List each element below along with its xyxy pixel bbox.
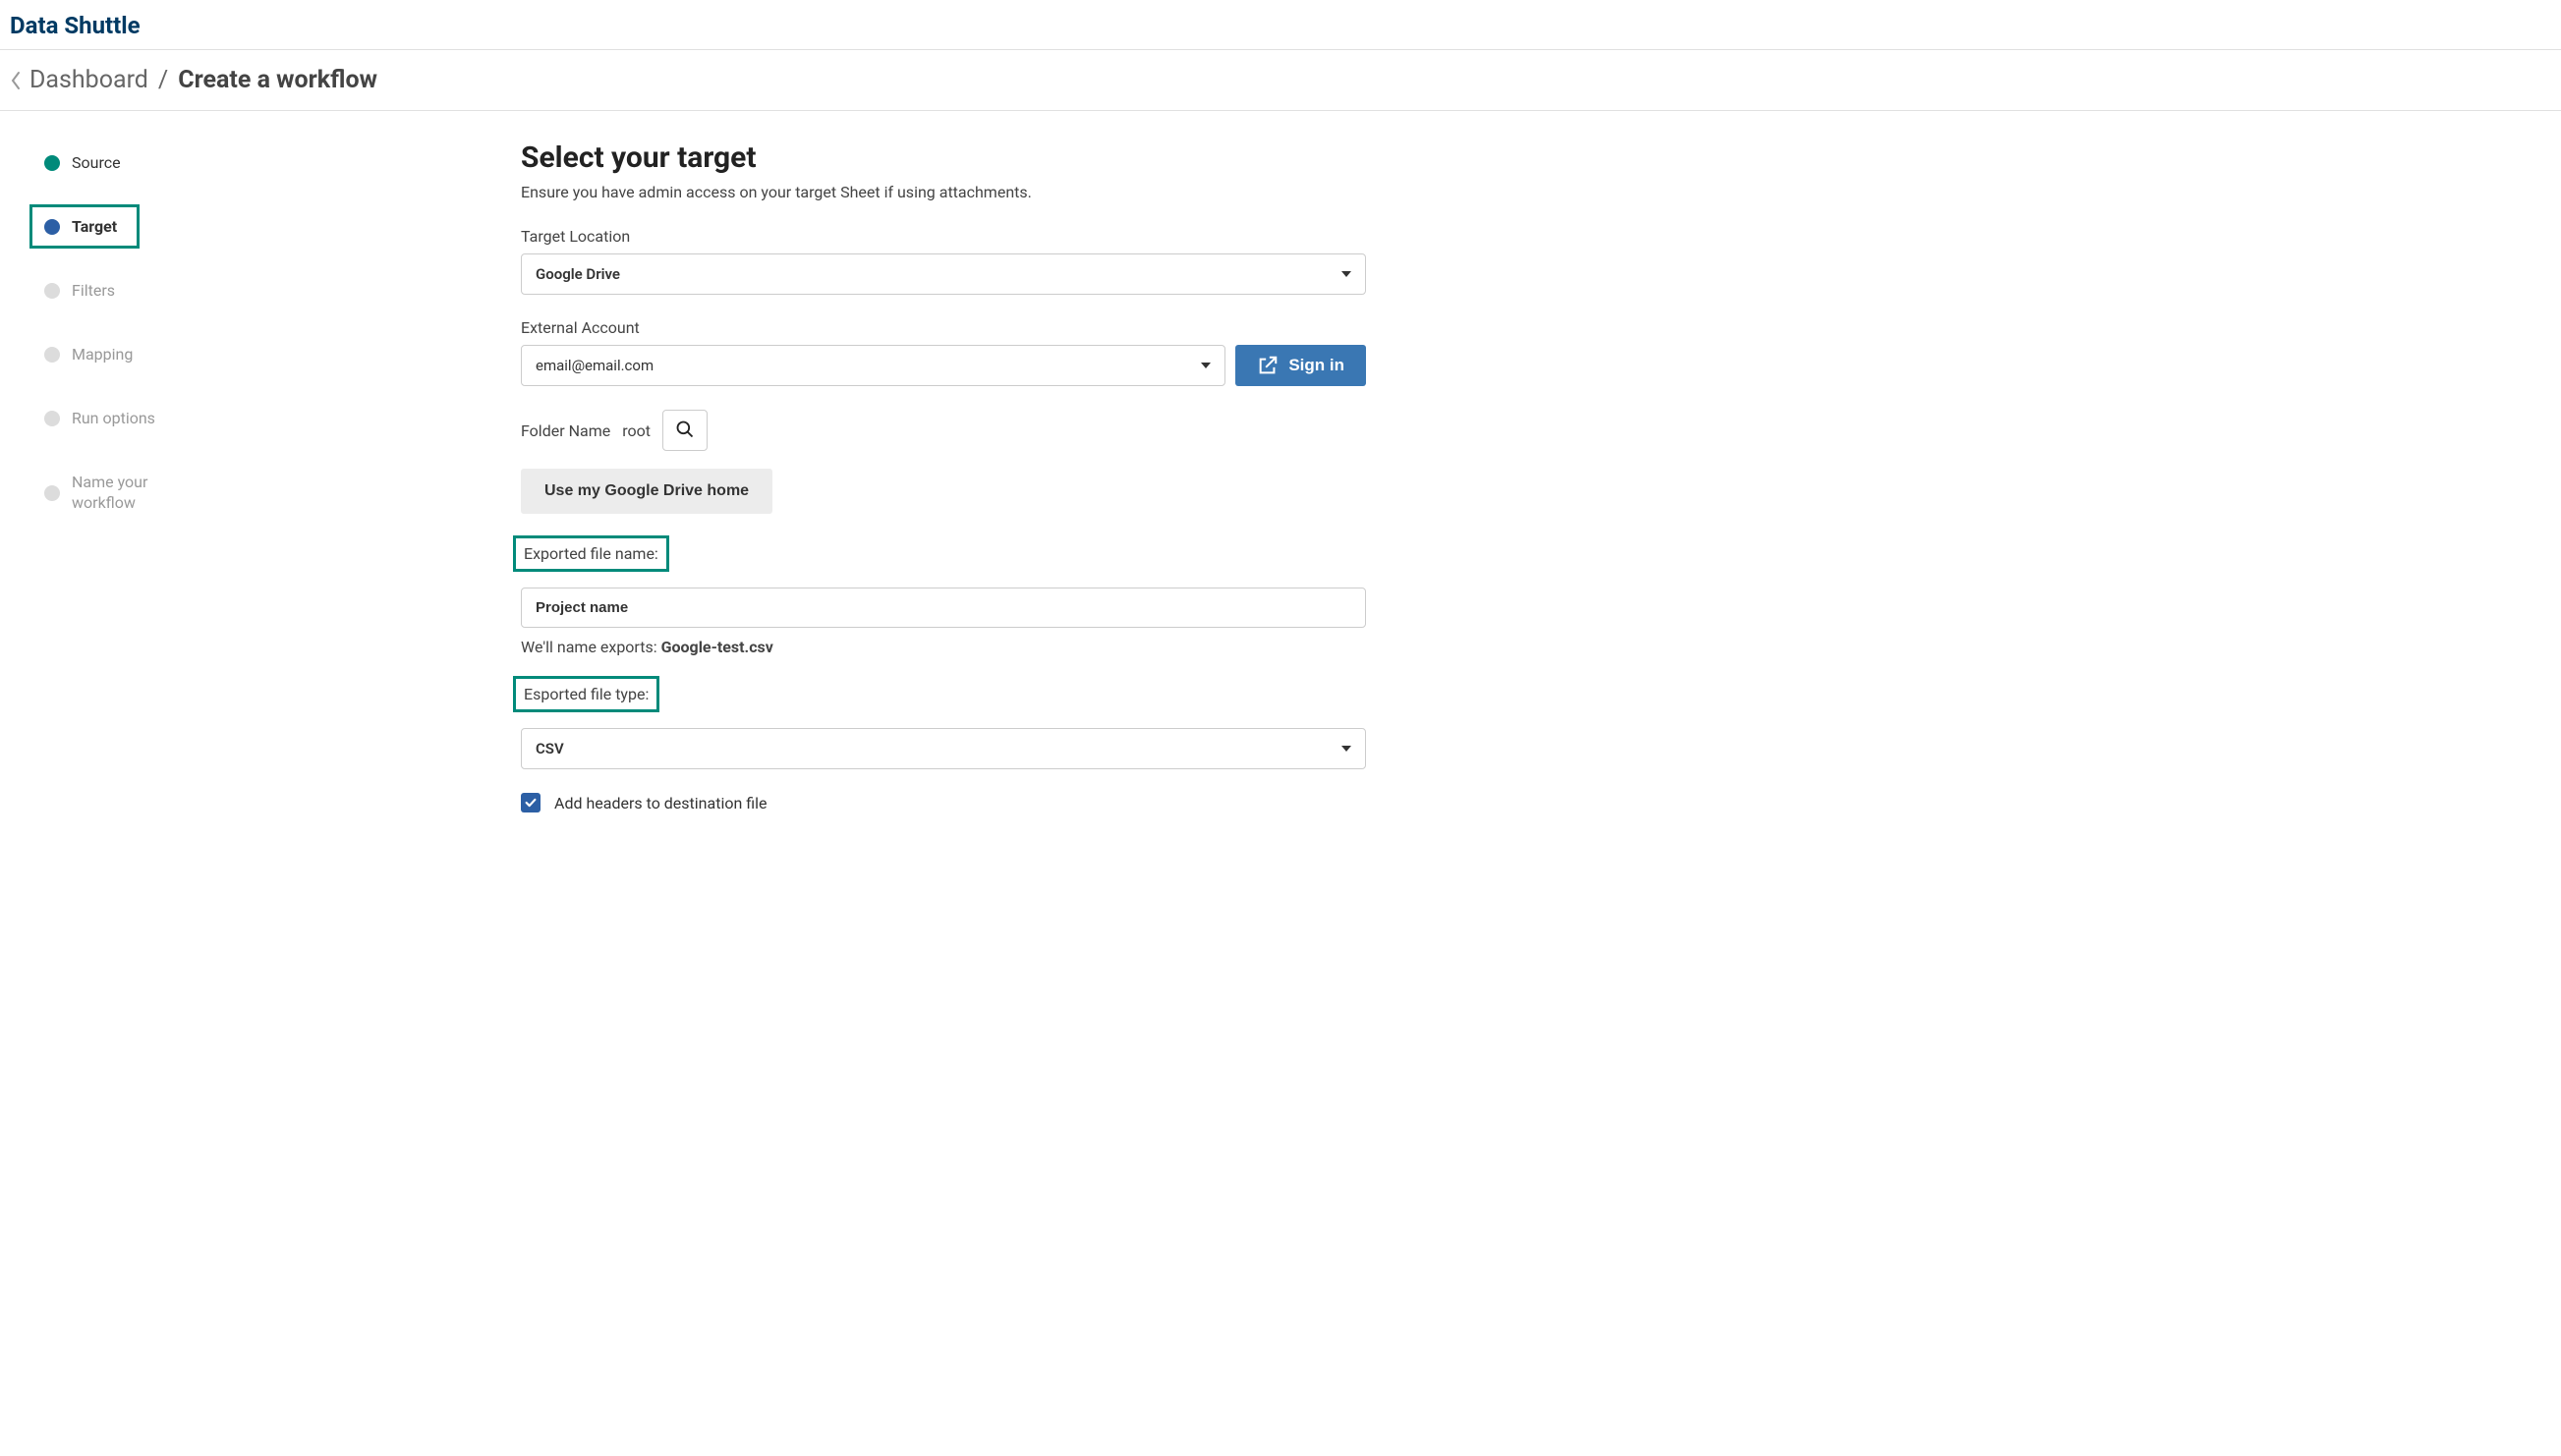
app-title: Data Shuttle bbox=[10, 12, 2551, 39]
add-headers-label: Add headers to destination file bbox=[554, 794, 768, 812]
external-link-icon bbox=[1257, 355, 1279, 376]
step-filters[interactable]: Filters bbox=[29, 268, 140, 312]
external-account-value: email@email.com bbox=[536, 357, 654, 374]
step-label: Source bbox=[72, 153, 121, 172]
page-heading: Select your target bbox=[521, 140, 1366, 175]
external-account-select[interactable]: email@email.com bbox=[521, 345, 1225, 386]
step-label: Name your workflow bbox=[72, 473, 162, 514]
folder-name-value: root bbox=[622, 421, 651, 440]
exported-file-name-label: Exported file name: bbox=[513, 535, 669, 572]
step-dot-pending-icon bbox=[44, 411, 60, 426]
exported-file-name-input[interactable] bbox=[521, 588, 1366, 628]
caret-down-icon bbox=[1341, 271, 1351, 277]
step-dot-current-icon bbox=[44, 219, 60, 235]
exported-file-type-value: CSV bbox=[536, 740, 564, 757]
breadcrumb: Dashboard / Create a workflow bbox=[0, 50, 2561, 111]
step-dot-pending-icon bbox=[44, 347, 60, 363]
step-dot-pending-icon bbox=[44, 485, 60, 501]
step-name-workflow[interactable]: Name your workflow bbox=[29, 460, 177, 527]
exported-file-type-select[interactable]: CSV bbox=[521, 728, 1366, 769]
export-name-helper-prefix: We'll name exports: bbox=[521, 638, 661, 656]
target-location-label: Target Location bbox=[521, 227, 1366, 246]
folder-name-label: Folder Name bbox=[521, 421, 610, 440]
use-drive-home-button[interactable]: Use my Google Drive home bbox=[521, 469, 772, 514]
search-icon bbox=[675, 420, 695, 442]
step-mapping[interactable]: Mapping bbox=[29, 332, 147, 376]
export-name-helper-value: Google-test.csv bbox=[661, 638, 773, 656]
folder-search-button[interactable] bbox=[662, 410, 708, 451]
external-account-label: External Account bbox=[521, 318, 1366, 337]
caret-down-icon bbox=[1341, 746, 1351, 752]
exported-file-type-label: Esported file type: bbox=[513, 676, 659, 712]
page-subtext: Ensure you have admin access on your tar… bbox=[521, 183, 1366, 201]
main-content: Select your target Ensure you have admin… bbox=[324, 140, 1405, 812]
breadcrumb-current: Create a workflow bbox=[178, 66, 377, 94]
step-run-options[interactable]: Run options bbox=[29, 396, 170, 440]
steps-sidebar: Source Target Filters Mapping Run option… bbox=[0, 140, 324, 812]
breadcrumb-separator: / bbox=[158, 66, 168, 94]
app-header: Data Shuttle bbox=[0, 0, 2561, 50]
breadcrumb-parent[interactable]: Dashboard bbox=[29, 66, 148, 94]
export-name-helper: We'll name exports: Google-test.csv bbox=[521, 638, 1366, 656]
back-chevron-icon[interactable] bbox=[10, 71, 22, 90]
target-location-select[interactable]: Google Drive bbox=[521, 253, 1366, 295]
step-dot-complete-icon bbox=[44, 155, 60, 171]
step-dot-pending-icon bbox=[44, 283, 60, 299]
step-source[interactable]: Source bbox=[29, 140, 140, 185]
step-label: Mapping bbox=[72, 345, 133, 364]
step-label: Target bbox=[72, 217, 117, 236]
target-location-value: Google Drive bbox=[536, 265, 620, 283]
sign-in-label: Sign in bbox=[1288, 356, 1344, 375]
step-target[interactable]: Target bbox=[29, 204, 140, 249]
add-headers-checkbox[interactable] bbox=[521, 793, 541, 812]
step-label: Filters bbox=[72, 281, 115, 300]
step-label: Run options bbox=[72, 409, 155, 427]
sign-in-button[interactable]: Sign in bbox=[1235, 345, 1366, 386]
caret-down-icon bbox=[1201, 363, 1211, 368]
